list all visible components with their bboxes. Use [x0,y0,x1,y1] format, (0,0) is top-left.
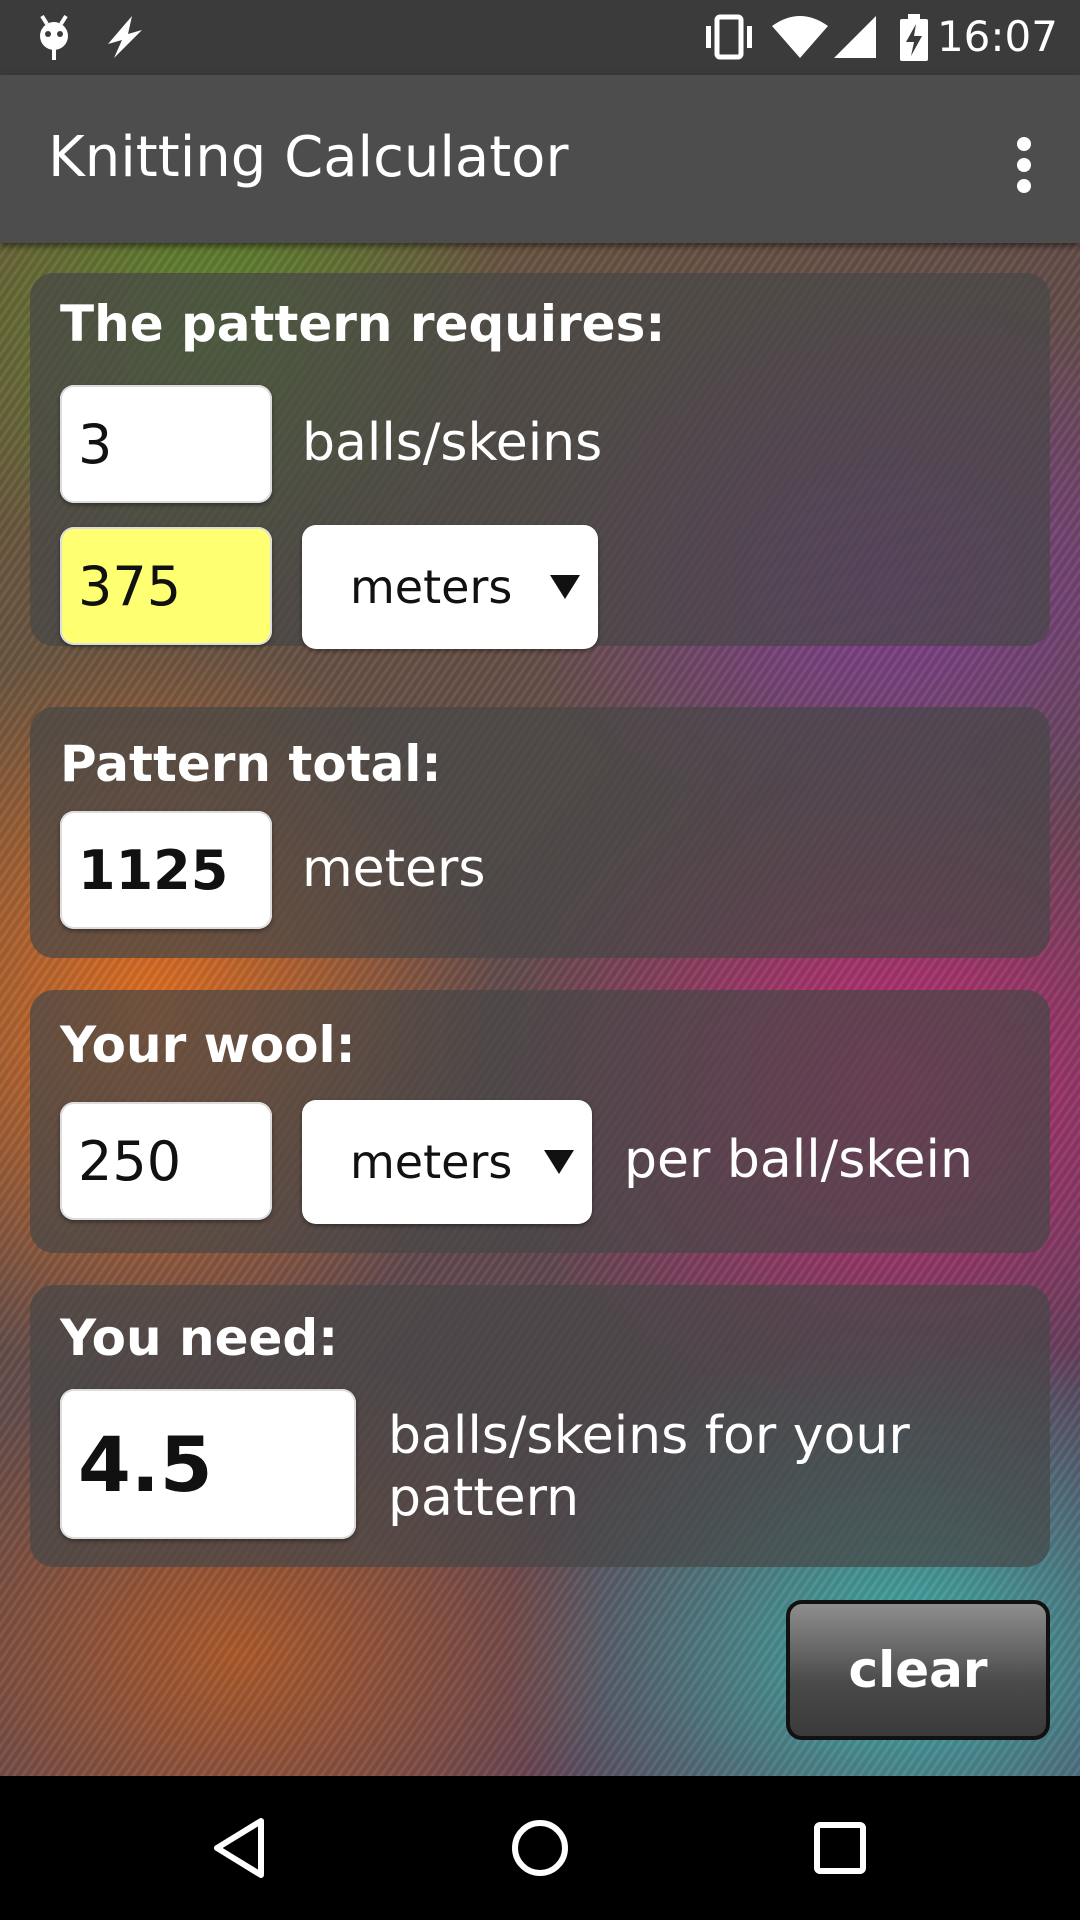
lightning-icon [102,14,148,64]
pattern-requires-card: The pattern requires: 3 balls/skeins 375… [30,273,1050,649]
pattern-requires-title: The pattern requires: [60,295,666,353]
recents-icon[interactable] [805,1813,875,1883]
back-icon[interactable] [205,1813,275,1883]
pattern-total-title: Pattern total: [60,735,442,793]
chevron-down-icon [544,1150,574,1174]
navigation-bar [0,1776,1080,1920]
app-title: Knitting Calculator [48,125,569,190]
wool-length-unit-value: meters [350,1135,513,1189]
chevron-down-icon [550,575,580,599]
pattern-total-unit-label: meters [302,839,486,899]
you-need-title: You need: [60,1309,339,1367]
you-need-suffix-label: balls/skeins for your pattern [388,1406,910,1528]
app-bar: Knitting Calculator [0,75,1080,243]
wool-suffix-label: per ball/skein [624,1130,973,1190]
content-area: The pattern requires: 3 balls/skeins 375… [0,243,1080,1776]
android-icon [34,14,74,64]
pattern-length-unit-select[interactable]: meters [302,525,598,649]
you-need-output: 4.5 [60,1389,356,1539]
your-wool-card: Your wool: 250 meters per ball/skein [30,990,1050,1253]
vibrate-icon [700,14,758,64]
pattern-total-card: Pattern total: 1125 meters [30,707,1050,958]
clear-button[interactable]: clear [786,1600,1050,1740]
wool-length-input[interactable]: 250 [60,1102,272,1220]
pattern-length-unit-value: meters [350,560,513,614]
pattern-count-input[interactable]: 3 [60,385,272,503]
wifi-icon [770,14,830,64]
your-wool-title: Your wool: [60,1016,356,1074]
more-vert-icon[interactable] [988,115,1060,201]
battery-charging-icon [898,14,930,66]
wool-length-unit-select[interactable]: meters [302,1100,592,1224]
status-bar: 16:07 [0,0,1080,75]
pattern-length-input[interactable]: 375 [60,527,272,645]
signal-icon [832,14,878,64]
clock: 16:07 [936,12,1058,61]
you-need-card: You need: 4.5 balls/skeins for your patt… [30,1285,1050,1567]
pattern-count-unit-label: balls/skeins [302,413,603,473]
pattern-total-output: 1125 [60,811,272,929]
home-icon[interactable] [505,1813,575,1883]
